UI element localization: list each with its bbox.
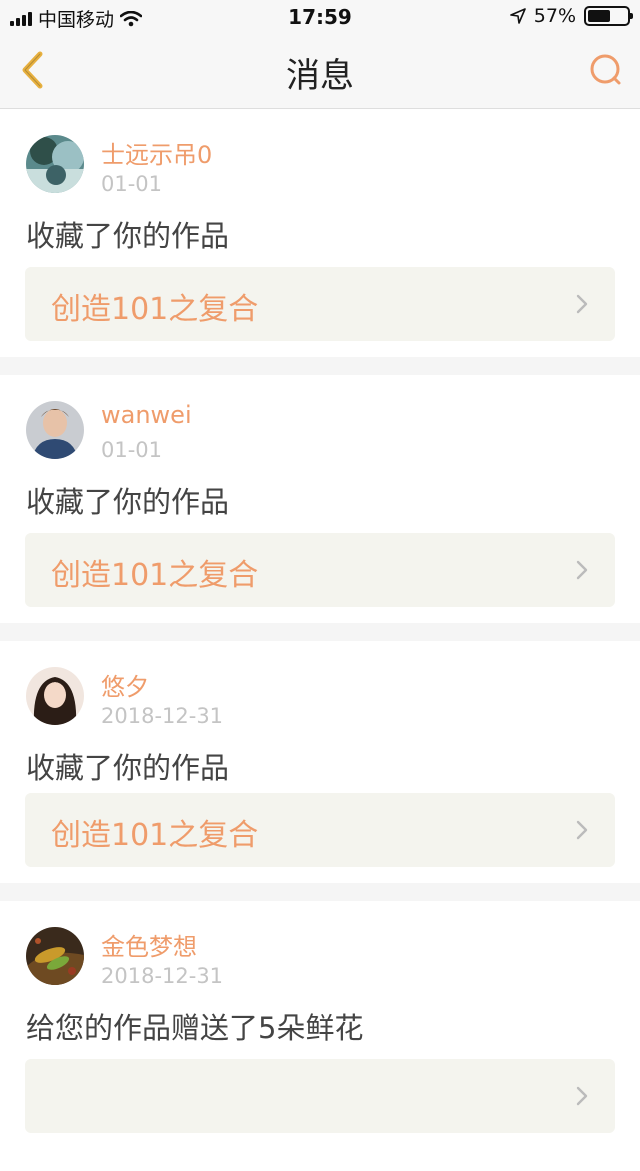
message-date: 2018-12-31 (101, 704, 224, 728)
list-item: 金色梦想 2018-12-31 给您的作品赠送了5朵鲜花 (0, 901, 640, 1171)
list-item: wanwei 01-01 收藏了你的作品 创造101之复合 (0, 375, 640, 623)
message-text: 收藏了你的作品 (26, 485, 230, 519)
message-date: 01-01 (101, 172, 163, 196)
chevron-right-icon (576, 1086, 588, 1106)
message-date: 2018-12-31 (101, 964, 224, 988)
sender-name[interactable]: 士远示吊0 (101, 135, 212, 170)
message-text: 收藏了你的作品 (26, 219, 230, 253)
nav-bar: 消息 (0, 34, 640, 109)
work-link[interactable] (25, 1059, 615, 1133)
message-text: 收藏了你的作品 (26, 751, 230, 785)
sender-name[interactable]: 悠夕 (101, 667, 149, 702)
avatar[interactable] (26, 927, 84, 985)
sender-name[interactable]: wanwei (101, 401, 192, 429)
work-link[interactable]: 创造101之复合 (25, 267, 615, 341)
location-arrow-icon (509, 8, 526, 24)
divider (0, 357, 640, 375)
message-date: 01-01 (101, 438, 163, 462)
work-link[interactable]: 创造101之复合 (25, 793, 615, 867)
search-button[interactable] (586, 50, 626, 90)
page-title: 消息 (286, 56, 354, 96)
battery-percent: 57% (533, 5, 576, 27)
battery-level (588, 10, 610, 22)
avatar[interactable] (26, 135, 84, 193)
search-icon (590, 54, 621, 85)
chevron-right-icon (576, 820, 588, 840)
list-item: 士远示吊0 01-01 收藏了你的作品 创造101之复合 (0, 109, 640, 357)
sender-name[interactable]: 金色梦想 (101, 927, 197, 962)
message-text: 给您的作品赠送了5朵鲜花 (26, 1011, 364, 1045)
list-item: 悠夕 2018-12-31 收藏了你的作品 创造101之复合 (0, 641, 640, 883)
avatar[interactable] (26, 401, 84, 459)
work-title: 创造101之复合 (51, 292, 259, 327)
chevron-right-icon (576, 294, 588, 314)
work-link[interactable]: 创造101之复合 (25, 533, 615, 607)
battery-icon (584, 6, 633, 26)
message-list: 士远示吊0 01-01 收藏了你的作品 创造101之复合 wanwei 01-0… (0, 109, 640, 1171)
work-title: 创造101之复合 (51, 818, 259, 853)
divider (0, 883, 640, 901)
divider (0, 623, 640, 641)
status-right: 57% (509, 5, 633, 27)
chevron-right-icon (576, 560, 588, 580)
work-title: 创造101之复合 (51, 558, 259, 593)
avatar[interactable] (26, 667, 84, 725)
status-bar: 中国移动 17:59 57% (0, 0, 640, 34)
